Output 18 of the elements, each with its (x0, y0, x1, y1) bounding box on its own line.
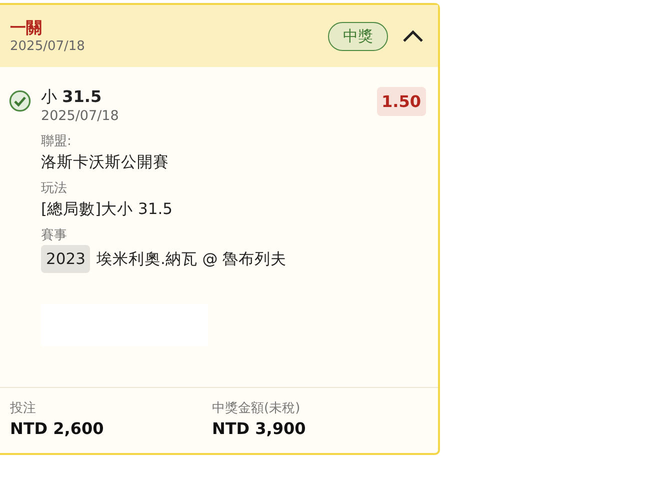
amount-label: 投注 (10, 400, 37, 418)
bet-type-title: 一關 (10, 18, 43, 38)
detail-label: 賽事 (41, 227, 68, 245)
year-tag: 2023 (41, 245, 90, 273)
detail-label: 聯盟: (41, 133, 72, 151)
chevron-icon (402, 29, 424, 43)
amount-label: 中獎金額(未稅) (212, 400, 302, 418)
bet-date: 2025/07/18 (10, 38, 86, 54)
selection-date: 2025/07/18 (41, 107, 120, 125)
selection-pick: 小 31.5 (41, 87, 103, 107)
status-badge: 中獎 (328, 22, 388, 50)
detail-value: [總局數]大小 31.5 (41, 199, 173, 220)
amount-value: NTD 3,900 (212, 418, 307, 440)
detail-value: 埃米利奧.納瓦 @ 魯布列夫 (96, 249, 287, 270)
amount-value: NTD 2,600 (10, 418, 105, 440)
odds-value: 1.50 (376, 87, 426, 116)
detail-value: 洛斯卡沃斯公開賽 (41, 152, 169, 173)
detail-label: 玩法 (41, 180, 68, 198)
